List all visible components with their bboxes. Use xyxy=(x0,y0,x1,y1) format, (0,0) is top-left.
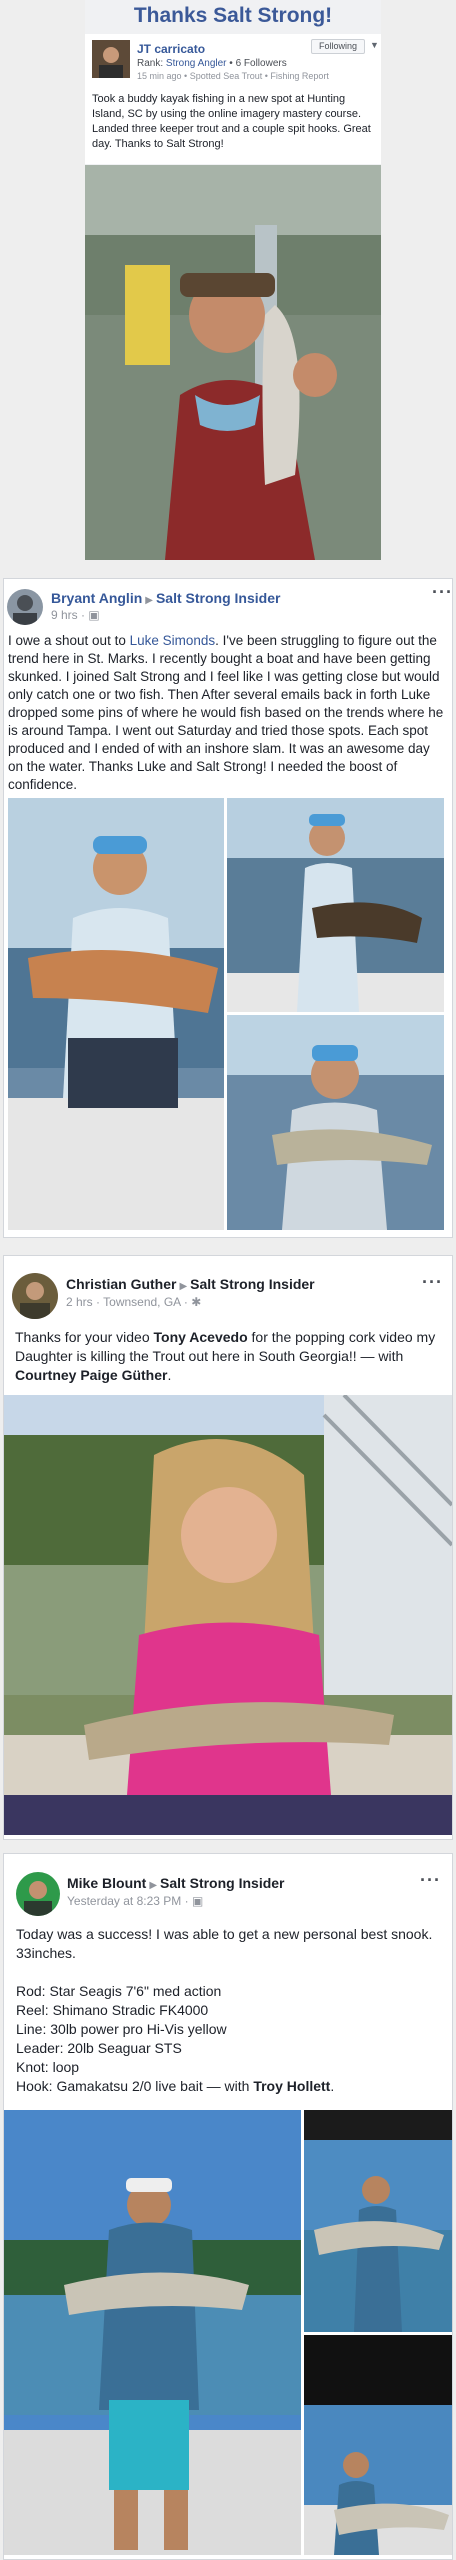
arrow-right-icon: ▶ xyxy=(145,595,153,606)
avatar[interactable] xyxy=(12,1273,58,1319)
post-meta: 15 min ago • Spotted Sea Trout • Fishing… xyxy=(137,71,329,81)
mention-link[interactable]: Courtney Paige Güther xyxy=(15,1367,167,1383)
post-author-line: Christian Guther ▶ Salt Strong Insider xyxy=(66,1276,315,1292)
arrow-right-icon: ▶ xyxy=(149,1880,158,1891)
post-photo[interactable] xyxy=(4,1395,452,1835)
post-line: Hook: Gamakatsu 2/0 live bait — with Tro… xyxy=(16,2078,335,2094)
group-name[interactable]: Salt Strong Insider xyxy=(160,1875,284,1891)
post-text: Took a buddy kayak fishing in a new spot… xyxy=(92,93,371,150)
following-button[interactable]: Following xyxy=(311,39,365,54)
arrow-right-icon: ▶ xyxy=(179,1281,188,1292)
post-line: Rod: Star Seagis 7'6" med action xyxy=(16,1983,222,1999)
post-text: Today was a success! I was able to get a… xyxy=(16,1925,436,2096)
author-name[interactable]: Christian Guther xyxy=(66,1276,176,1292)
post-time[interactable]: 2 hrs · Townsend, GA · ✱ xyxy=(66,1295,201,1309)
author-name[interactable]: JT carricato xyxy=(137,42,205,56)
post-line: Leader: 20lb Seaguar STS xyxy=(16,2040,182,2056)
post-photo[interactable] xyxy=(304,2335,452,2555)
settings-icon: ✱ xyxy=(191,1295,202,1309)
post-text: Thanks for your video Tony Acevedo for t… xyxy=(15,1329,436,1383)
post-author-line: Bryant Anglin ▶ Salt Strong Insider xyxy=(51,590,280,606)
post-line: Knot: loop xyxy=(16,2059,80,2075)
more-options-icon[interactable]: ··· xyxy=(422,1272,443,1293)
avatar[interactable] xyxy=(16,1872,60,1916)
post-photo[interactable] xyxy=(304,2110,452,2332)
mention-link[interactable]: Troy Hollett xyxy=(253,2078,330,2094)
post-text: I owe a shout out to Luke Simonds. I've … xyxy=(8,633,444,792)
post-time[interactable]: 9 hrs · ▣ xyxy=(51,608,100,622)
post-time[interactable]: Yesterday at 8:23 PM · ▣ xyxy=(67,1894,203,1908)
report-title: Thanks Salt Strong! xyxy=(133,4,333,27)
post-line: Reel: Shimano Stradic FK4000 xyxy=(16,2002,209,2018)
more-options-icon[interactable]: ··· xyxy=(432,582,453,603)
post-photo[interactable] xyxy=(227,1015,444,1230)
post-author-line: Mike Blount ▶ Salt Strong Insider xyxy=(67,1875,285,1891)
post-line: Line: 30lb power pro Hi-Vis yellow xyxy=(16,2021,227,2037)
group-name[interactable]: Salt Strong Insider xyxy=(190,1276,314,1292)
post-photo[interactable] xyxy=(4,2110,301,2555)
privacy-icon: ▣ xyxy=(191,1894,204,1908)
post-line: Today was a success! I was able to get a… xyxy=(16,1926,433,1961)
author-name[interactable]: Bryant Anglin xyxy=(51,590,142,606)
post-photo[interactable] xyxy=(8,798,224,1230)
post-photo[interactable] xyxy=(227,798,444,1012)
chevron-down-icon[interactable]: ▼ xyxy=(370,40,379,50)
privacy-icon: ▣ xyxy=(88,608,100,622)
avatar[interactable] xyxy=(7,589,43,625)
author-rank: Rank: Strong Angler • 6 Followers xyxy=(137,58,287,69)
author-name[interactable]: Mike Blount xyxy=(67,1875,146,1891)
mention-link[interactable]: Luke Simonds xyxy=(130,633,216,648)
more-options-icon[interactable]: ··· xyxy=(420,1870,441,1891)
mention-link[interactable]: Tony Acevedo xyxy=(154,1329,248,1345)
post-photo[interactable] xyxy=(85,165,381,560)
avatar[interactable] xyxy=(92,40,130,78)
group-name[interactable]: Salt Strong Insider xyxy=(156,590,280,606)
